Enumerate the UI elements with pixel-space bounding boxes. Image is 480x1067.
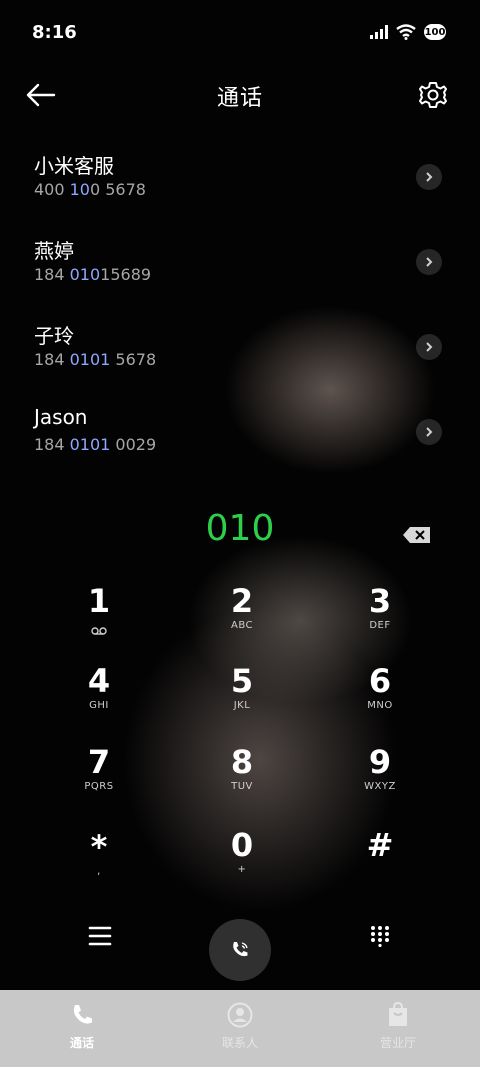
key-3[interactable]: 3 DEF	[320, 582, 440, 652]
contact-number: 400 100 5678	[34, 180, 146, 199]
backspace-icon[interactable]	[402, 526, 432, 544]
chevron-right-icon[interactable]	[416, 164, 442, 190]
shopping-bag-icon	[389, 1001, 407, 1026]
key-star[interactable]: * ,	[39, 828, 159, 898]
key-1[interactable]: 1	[39, 582, 159, 652]
search-results-list: 小米客服 400 100 5678 燕婷 184 01015689 子玲 184…	[0, 140, 480, 480]
contact-number: 184 0101 0029	[34, 435, 157, 454]
status-time: 8:16	[32, 22, 77, 43]
dial-entry: 010	[0, 508, 480, 562]
settings-gear-icon[interactable]	[418, 80, 448, 110]
header: 通话	[0, 70, 480, 120]
phone-icon	[73, 1005, 92, 1024]
dialpad-toggle-icon[interactable]	[370, 925, 390, 947]
key-4[interactable]: 4 GHI	[39, 662, 159, 732]
key-2[interactable]: 2 ABC	[182, 582, 302, 652]
contact-name: 燕婷	[34, 239, 74, 263]
page-title: 通话	[216, 86, 263, 111]
wifi-icon	[396, 24, 416, 40]
key-6[interactable]: 6 MNO	[320, 662, 440, 732]
voicemail-icon	[91, 627, 107, 635]
key-8[interactable]: 8 TUV	[182, 743, 302, 813]
chevron-right-icon[interactable]	[416, 419, 442, 445]
key-9[interactable]: 9 WXYZ	[320, 743, 440, 813]
contact-number: 184 01015689	[34, 265, 152, 284]
status-bar: 8:16 100	[0, 0, 480, 66]
contacts-icon	[227, 1002, 253, 1028]
phone-call-icon	[233, 942, 248, 957]
contact-number: 184 0101 5678	[34, 350, 157, 369]
contact-name: 小米客服	[34, 154, 114, 178]
tab-calls[interactable]: 通话	[2, 990, 162, 1067]
contact-name: Jason	[34, 405, 88, 429]
key-7[interactable]: 7 PQRS	[39, 743, 159, 813]
bottom-tab-bar: 通话 联系人 营业厅	[0, 990, 480, 1067]
key-hash[interactable]: #	[320, 826, 440, 896]
dialer-controls	[0, 915, 480, 981]
contact-name: 子玲	[34, 324, 74, 348]
result-row[interactable]: 小米客服 400 100 5678	[0, 140, 480, 225]
status-icons: 100	[370, 24, 446, 40]
tab-contacts[interactable]: 联系人	[160, 990, 320, 1067]
call-button[interactable]	[209, 919, 271, 981]
result-row[interactable]: 燕婷 184 01015689	[0, 225, 480, 310]
battery-icon: 100	[424, 24, 446, 40]
result-row[interactable]: Jason 184 0101 0029	[0, 395, 480, 480]
tab-store[interactable]: 营业厅	[318, 990, 478, 1067]
chevron-right-icon[interactable]	[416, 249, 442, 275]
key-5[interactable]: 5 JKL	[182, 662, 302, 732]
chevron-right-icon[interactable]	[416, 334, 442, 360]
key-0[interactable]: 0 +	[182, 826, 302, 896]
menu-icon[interactable]	[88, 925, 112, 947]
result-row[interactable]: 子玲 184 0101 5678	[0, 310, 480, 395]
signal-icon	[370, 25, 388, 39]
